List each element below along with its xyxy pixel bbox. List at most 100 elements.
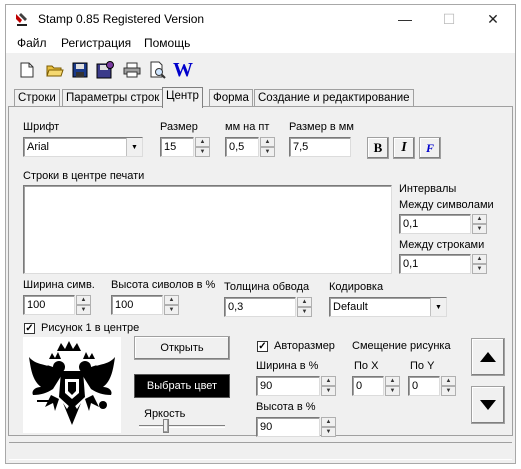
picture-checkbox[interactable]: ✓ xyxy=(24,323,35,334)
close-button[interactable]: ✕ xyxy=(471,5,515,33)
size-field[interactable]: 15 xyxy=(160,137,194,157)
chevron-down-icon[interactable]: ▼ xyxy=(321,386,336,396)
between-lines-field[interactable]: 0,1 xyxy=(399,254,471,274)
mm-per-pt-stepper[interactable]: ▲ ▼ xyxy=(260,137,275,157)
chevron-up-icon[interactable]: ▲ xyxy=(164,295,179,305)
save-as-icon[interactable] xyxy=(94,59,116,81)
tab-strip: Строки Параметры строк Центр Форма Созда… xyxy=(6,87,515,108)
maximize-button[interactable]: ☐ xyxy=(427,5,471,33)
menu-file[interactable]: Файл xyxy=(17,36,47,50)
size-stepper[interactable]: ▲ ▼ xyxy=(195,137,210,157)
pic-height-label: Высота в % xyxy=(256,401,316,413)
choose-color-button[interactable]: Выбрать цвет xyxy=(134,374,230,398)
chevron-down-icon[interactable]: ▼ xyxy=(126,138,142,156)
tab-create-edit[interactable]: Создание и редактирование xyxy=(254,89,414,107)
pic-width-value: 90 xyxy=(260,380,273,392)
pic-height-field[interactable]: 90 xyxy=(256,417,320,437)
offset-y-label: По Y xyxy=(410,360,435,372)
save-icon[interactable] xyxy=(69,59,91,81)
chevron-down-icon[interactable]: ▼ xyxy=(472,264,487,274)
chevron-down-icon[interactable]: ▼ xyxy=(441,386,456,396)
font-value: Arial xyxy=(27,141,50,153)
pic-width-stepper[interactable]: ▲ ▼ xyxy=(321,376,336,396)
between-lines-value: 0,1 xyxy=(403,258,419,270)
chevron-down-icon[interactable]: ▼ xyxy=(164,305,179,315)
between-lines-label: Между строками xyxy=(399,239,485,251)
stroke-label: Толщина обвода xyxy=(224,281,310,293)
open-button[interactable]: Открыть xyxy=(134,336,230,360)
pic-height-stepper[interactable]: ▲ ▼ xyxy=(321,417,336,437)
offset-y-value: 0 xyxy=(412,380,419,392)
chevron-up-icon[interactable]: ▲ xyxy=(441,376,456,386)
between-lines-stepper[interactable]: ▲ ▼ xyxy=(472,254,487,274)
brightness-slider-thumb[interactable] xyxy=(163,419,169,433)
chevron-up-icon[interactable]: ▲ xyxy=(76,295,91,305)
between-chars-field[interactable]: 0,1 xyxy=(399,214,471,234)
bold-button[interactable]: B xyxy=(367,137,389,159)
offset-x-field[interactable]: 0 xyxy=(352,376,384,396)
italic-button[interactable]: I xyxy=(393,137,415,159)
arrow-down-icon xyxy=(480,400,496,410)
chevron-up-icon[interactable]: ▲ xyxy=(385,376,400,386)
size-label: Размер xyxy=(160,121,198,133)
tab-center[interactable]: Центр xyxy=(162,87,203,108)
chevron-up-icon[interactable]: ▲ xyxy=(472,214,487,224)
pic-width-label: Ширина в % xyxy=(256,360,319,372)
tab-shape[interactable]: Форма xyxy=(209,89,253,107)
mm-per-pt-field[interactable]: 0,5 xyxy=(225,137,259,157)
arrow-up-icon xyxy=(480,352,496,362)
font-label: Шрифт xyxy=(23,121,60,133)
offset-y-stepper[interactable]: ▲ ▼ xyxy=(441,376,456,396)
char-width-stepper[interactable]: ▲ ▼ xyxy=(76,295,91,315)
offset-x-stepper[interactable]: ▲ ▼ xyxy=(385,376,400,396)
move-up-button[interactable] xyxy=(471,338,505,376)
stroke-field[interactable]: 0,3 xyxy=(224,297,296,317)
autosize-checkbox[interactable]: ✓ xyxy=(257,341,268,352)
chevron-down-icon[interactable]: ▼ xyxy=(260,147,275,157)
brightness-slider-track[interactable] xyxy=(139,425,225,428)
open-folder-icon[interactable] xyxy=(44,59,66,81)
chevron-up-icon[interactable]: ▲ xyxy=(321,417,336,427)
chevron-up-icon[interactable]: ▲ xyxy=(260,137,275,147)
chevron-down-icon[interactable]: ▼ xyxy=(472,224,487,234)
mm-per-pt-label: мм на пт xyxy=(225,121,270,133)
chevron-up-icon[interactable]: ▲ xyxy=(195,137,210,147)
center-lines-memo[interactable] xyxy=(23,185,392,274)
effects-button[interactable]: F xyxy=(419,137,441,159)
chevron-down-icon[interactable]: ▼ xyxy=(297,307,312,317)
char-height-field[interactable]: 100 xyxy=(111,295,163,315)
tab-lines[interactable]: Строки xyxy=(14,89,60,107)
pic-width-field[interactable]: 90 xyxy=(256,376,320,396)
chevron-down-icon[interactable]: ▼ xyxy=(321,427,336,437)
offset-y-field[interactable]: 0 xyxy=(408,376,440,396)
menu-registration[interactable]: Регистрация xyxy=(61,36,131,50)
stroke-value: 0,3 xyxy=(228,301,244,313)
between-chars-stepper[interactable]: ▲ ▼ xyxy=(472,214,487,234)
chevron-up-icon[interactable]: ▲ xyxy=(321,376,336,386)
char-width-value: 100 xyxy=(27,299,46,311)
chevron-up-icon[interactable]: ▲ xyxy=(297,297,312,307)
font-effects-icon: F xyxy=(425,140,434,155)
new-doc-icon[interactable] xyxy=(16,59,38,81)
chevron-down-icon[interactable]: ▼ xyxy=(76,305,91,315)
tab-line-params[interactable]: Параметры строк xyxy=(62,89,164,107)
move-down-button[interactable] xyxy=(471,386,505,424)
print-preview-icon[interactable] xyxy=(147,59,169,81)
font-select[interactable]: Arial ▼ xyxy=(23,137,143,157)
char-width-field[interactable]: 100 xyxy=(23,295,75,315)
picture-checkbox-label: Рисунок 1 в центре xyxy=(41,322,140,334)
word-icon[interactable]: W xyxy=(172,59,194,81)
chevron-down-icon[interactable]: ▼ xyxy=(385,386,400,396)
chevron-up-icon[interactable]: ▲ xyxy=(472,254,487,264)
chevron-down-icon[interactable]: ▼ xyxy=(195,147,210,157)
menu-bar: Файл Регистрация Помощь xyxy=(6,33,515,53)
print-icon[interactable] xyxy=(121,59,143,81)
size-mm-field[interactable]: 7,5 xyxy=(289,137,351,157)
char-height-stepper[interactable]: ▲ ▼ xyxy=(164,295,179,315)
encoding-select[interactable]: Default ▼ xyxy=(329,297,447,317)
menu-help[interactable]: Помощь xyxy=(144,36,190,50)
app-window: Stamp 0.85 Registered Version — ☐ ✕ Файл… xyxy=(5,4,516,464)
stroke-stepper[interactable]: ▲ ▼ xyxy=(297,297,312,317)
chevron-down-icon[interactable]: ▼ xyxy=(430,298,446,316)
minimize-button[interactable]: — xyxy=(383,5,427,33)
